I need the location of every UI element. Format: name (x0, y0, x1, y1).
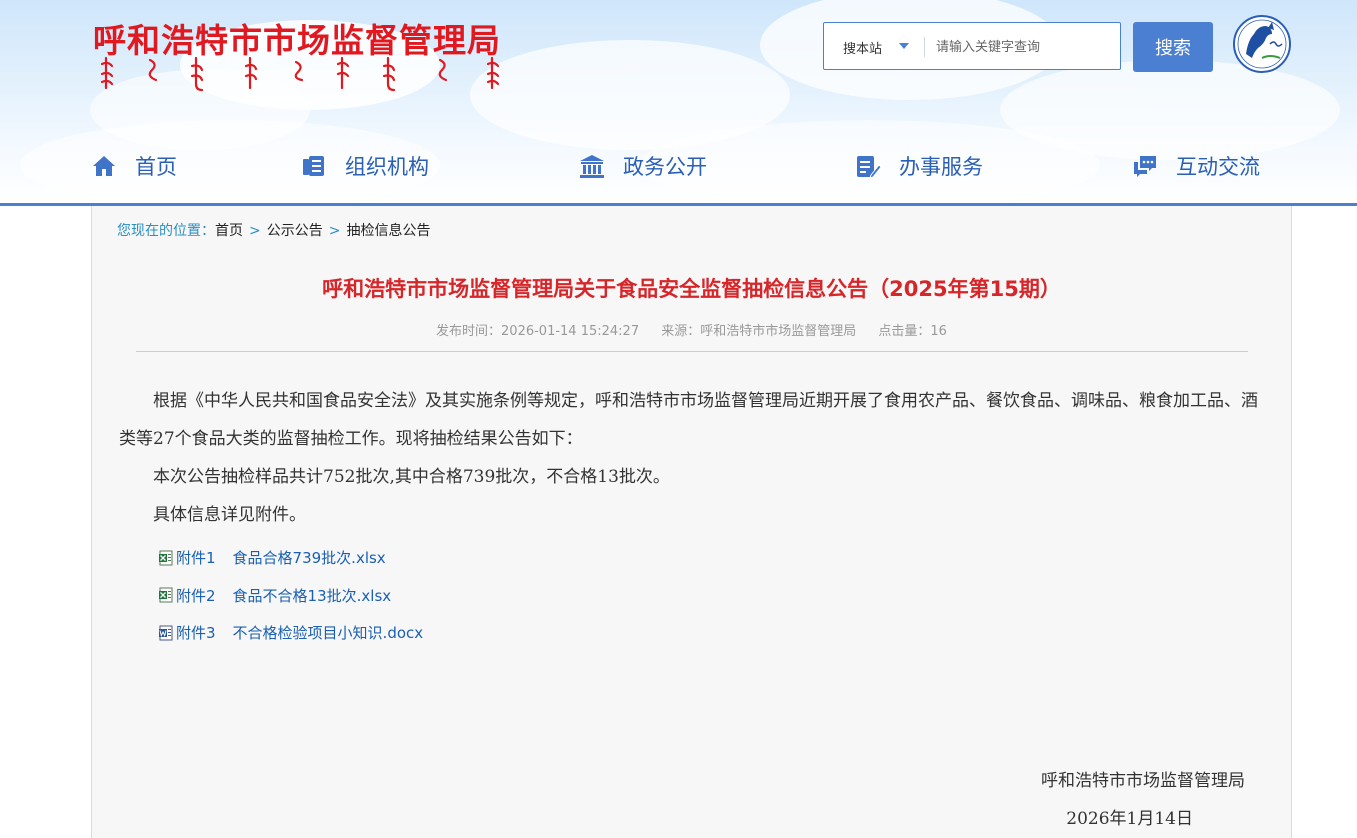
nav-item-organization[interactable]: 组织机构 (301, 148, 429, 184)
breadcrumb-notices[interactable]: 公示公告 (267, 223, 323, 239)
attachment-link[interactable]: 附件1 食品合格739批次.xlsx (158, 539, 423, 577)
breadcrumb-home[interactable]: 首页 (215, 223, 243, 239)
attachment-list: 附件1 食品合格739批次.xlsx 附件2 食品不合格13批次.xlsx 附件… (158, 539, 423, 652)
nav-label: 政务公开 (623, 155, 707, 179)
attachment-label: 附件2 (176, 586, 216, 605)
article-meta: 发布时间：2026-01-14 15:24:27 来源：呼和浩特市市场监督管理局… (92, 320, 1291, 339)
breadcrumb-prefix: 您现在的位置： (117, 223, 215, 239)
body-paragraph: 具体信息详见附件。 (153, 505, 306, 525)
chevron-down-icon[interactable] (899, 43, 909, 49)
home-icon (93, 156, 115, 176)
nav-label: 办事服务 (899, 155, 983, 179)
signature-date: 2026年1月14日 (1066, 809, 1193, 829)
article-source: 来源：呼和浩特市市场监督管理局 (661, 324, 857, 339)
body-paragraph: 根据《中华人民共和国食品安全法》及其实施条例等规定，呼和浩特市市场监督管理局近期… (119, 391, 1258, 449)
nav-label: 组织机构 (345, 155, 429, 179)
mongolian-script-title (100, 56, 500, 92)
nav-item-services[interactable]: 办事服务 (855, 148, 983, 184)
attachment-link[interactable]: 附件2 食品不合格13批次.xlsx (158, 577, 423, 615)
nav-item-home[interactable]: 首页 (91, 148, 177, 184)
word-file-icon (159, 625, 173, 641)
breadcrumb-separator: > (249, 223, 261, 239)
attachment-label: 附件1 (176, 549, 216, 568)
horse-logo-icon[interactable] (1232, 14, 1292, 74)
signature-org: 呼和浩特市市场监督管理局 (1041, 771, 1245, 791)
attachment-filename[interactable]: 不合格检验项目小知识.docx (233, 622, 424, 643)
nav-item-interaction[interactable]: 互动交流 (1132, 148, 1260, 184)
attachment-label: 附件3 (176, 624, 216, 643)
excel-file-icon (159, 587, 173, 603)
article-title: 呼和浩特市市场监督管理局关于食品安全监督抽检信息公告（2025年第15期） (322, 277, 1061, 301)
search-button[interactable]: 搜索 (1133, 22, 1213, 72)
chat-icon (1134, 156, 1156, 177)
attachment-filename[interactable]: 食品不合格13批次.xlsx (233, 585, 392, 606)
search-scope-select[interactable]: 搜本站 (843, 38, 882, 57)
government-building-icon (580, 155, 604, 178)
attachment-link[interactable]: 附件3 不合格检验项目小知识.docx (158, 614, 423, 652)
nav-item-gov-affairs[interactable]: 政务公开 (579, 148, 707, 184)
excel-file-icon (159, 550, 173, 566)
breadcrumb-inspection-notices[interactable]: 抽检信息公告 (346, 223, 430, 239)
hit-count: 点击量：16 (878, 324, 947, 339)
nav-label: 首页 (135, 155, 177, 179)
organization-icon (303, 156, 324, 176)
article-panel: 您现在的位置：首页 > 公示公告 > 抽检信息公告 呼和浩特市市场监督管理局关于食品安全… (91, 206, 1292, 838)
body-paragraph: 本次公告抽检样品共计752批次,其中合格739批次，不合格13批次。 (153, 467, 670, 487)
search-divider (924, 37, 925, 57)
search-input[interactable] (934, 32, 1113, 62)
article-body: 根据《中华人民共和国食品安全法》及其实施条例等规定，呼和浩特市市场监督管理局近期… (119, 382, 1271, 534)
publish-time: 发布时间：2026-01-14 15:24:27 (436, 324, 640, 339)
search-box: 搜本站 (823, 22, 1121, 70)
service-form-icon (857, 156, 881, 179)
title-divider (136, 351, 1248, 352)
attachment-filename[interactable]: 食品合格739批次.xlsx (233, 547, 386, 568)
breadcrumb: 您现在的位置：首页 > 公示公告 > 抽检信息公告 (117, 220, 430, 240)
nav-label: 互动交流 (1176, 155, 1260, 179)
breadcrumb-separator: > (328, 223, 341, 239)
signature-block: 呼和浩特市市场监督管理局 2026年1月14日 (1041, 762, 1245, 838)
